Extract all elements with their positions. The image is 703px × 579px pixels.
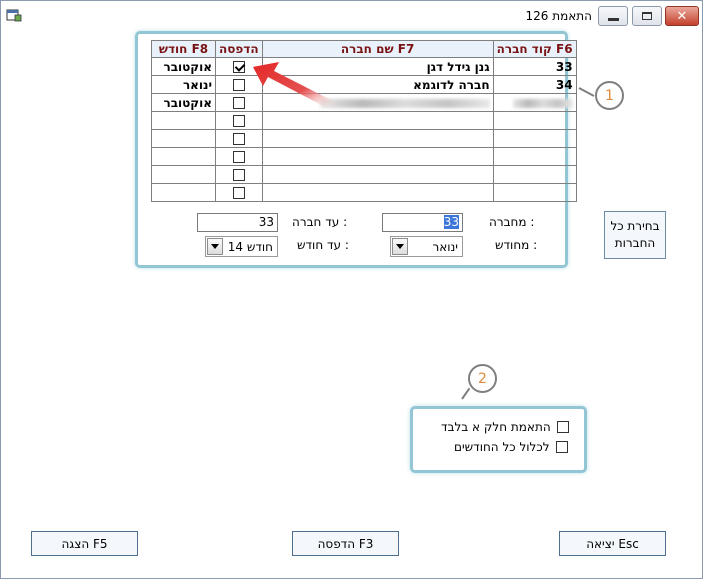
callout-2: 2 [468, 364, 497, 393]
select-all-line2: החברות [614, 236, 656, 250]
print-checkbox[interactable] [232, 133, 245, 145]
to-month-value: חודש 14 [227, 240, 273, 254]
cell-month[interactable]: ינואר [151, 75, 216, 94]
cell-company-code[interactable] [492, 165, 577, 184]
cell-print [215, 165, 263, 184]
to-month-label: עד חודש : [297, 238, 349, 252]
maximize-icon [642, 12, 652, 20]
from-month-dropdown-button[interactable] [392, 238, 408, 255]
chevron-down-icon [211, 244, 219, 249]
cell-company-name[interactable] [261, 129, 494, 148]
callout-1-line [578, 87, 595, 97]
cell-company-code[interactable] [492, 147, 577, 166]
cell-company-name[interactable] [261, 165, 494, 184]
cell-company-name[interactable] [261, 111, 494, 130]
callout-2-line [461, 387, 471, 400]
print-button[interactable]: הדפסה F3 [292, 531, 399, 556]
chevron-down-icon [396, 244, 404, 249]
select-all-companies-label: בחירת כל החברות [610, 218, 659, 252]
option-include-all-months[interactable]: לכלול כל החודשים [454, 440, 568, 454]
table-row[interactable] [151, 183, 577, 202]
cell-month[interactable] [151, 183, 216, 202]
callout-1: 1 [595, 81, 624, 110]
cell-month[interactable]: אוקטובר [151, 93, 216, 112]
from-month-select[interactable]: ינואר [390, 236, 463, 257]
option-partial-only[interactable]: התאמת חלק א בלבד [441, 420, 569, 434]
arrow-icon [253, 62, 337, 109]
cell-print [215, 129, 263, 148]
title-bar: התאמת 126 ✕ [1, 1, 702, 31]
exit-button-label: יציאה Esc [586, 536, 639, 551]
cell-month[interactable] [151, 129, 216, 148]
from-month-value: ינואר [432, 240, 458, 254]
table-row[interactable] [151, 111, 577, 130]
cell-print [215, 147, 263, 166]
table-row[interactable] [151, 129, 577, 148]
cell-month[interactable] [151, 147, 216, 166]
display-button-label: הצגה F5 [61, 536, 108, 551]
print-checkbox[interactable] [232, 169, 245, 181]
redacted-text [319, 98, 490, 108]
header-print[interactable]: הדפסה [215, 40, 263, 58]
redacted-text [512, 98, 573, 108]
select-all-line1: בחירת כל [610, 219, 660, 233]
cell-print [215, 183, 263, 202]
option-partial-only-label: התאמת חלק א בלבד [441, 420, 551, 434]
app-icon [6, 9, 22, 22]
to-company-label: עד חברה : [292, 215, 348, 229]
cell-month[interactable] [151, 165, 216, 184]
maximize-button[interactable] [632, 6, 662, 26]
cell-company-code[interactable] [492, 93, 577, 112]
callout-1-number: 1 [605, 87, 614, 104]
from-company-field[interactable]: 33 [382, 213, 463, 232]
from-company-label: מחברה : [489, 215, 535, 229]
header-company-name[interactable]: שם חברה F7 [261, 40, 494, 58]
to-month-dropdown-button[interactable] [207, 238, 223, 255]
app-window: התאמת 126 ✕ חודש F8 הדפסה שם חברה F7 קוד… [0, 0, 703, 579]
cell-print [215, 111, 263, 130]
from-company-value: 33 [443, 215, 459, 229]
print-checkbox[interactable] [232, 187, 245, 199]
display-button[interactable]: הצגה F5 [31, 531, 138, 556]
callout-2-number: 2 [478, 370, 487, 387]
close-button[interactable]: ✕ [665, 6, 699, 26]
minimize-icon [607, 17, 619, 21]
print-checkbox[interactable] [232, 115, 245, 127]
option-include-all-months-checkbox[interactable] [555, 441, 568, 453]
from-month-label: מחודש : [495, 238, 538, 252]
print-checkbox[interactable] [232, 97, 245, 109]
cell-company-code[interactable] [492, 129, 577, 148]
print-checkbox[interactable] [232, 61, 245, 73]
cell-company-code[interactable]: 33 [492, 57, 577, 76]
to-company-field[interactable]: 33 [197, 213, 278, 232]
to-month-select[interactable]: חודש 14 [205, 236, 278, 257]
table-row[interactable]: אוקטובר [151, 93, 577, 112]
print-button-label: הדפסה F3 [317, 536, 374, 551]
cell-company-code[interactable] [492, 111, 577, 130]
cell-company-code[interactable]: 34 [492, 75, 577, 94]
cell-company-name[interactable] [261, 147, 494, 166]
select-all-companies-button[interactable]: בחירת כל החברות [604, 211, 666, 259]
exit-button[interactable]: יציאה Esc [559, 531, 666, 556]
minimize-button[interactable] [598, 6, 628, 26]
option-partial-only-checkbox[interactable] [556, 421, 569, 433]
close-icon: ✕ [676, 8, 688, 24]
table-row[interactable] [151, 165, 577, 184]
print-checkbox[interactable] [232, 79, 245, 91]
table-row[interactable]: ינואר חברה לדוגמא 34 [151, 75, 577, 94]
header-month[interactable]: חודש F8 [151, 40, 216, 58]
table-row[interactable]: אוקטובר גנן גידל דגן 33 [151, 57, 577, 76]
to-company-value: 33 [258, 215, 274, 229]
header-company-code[interactable]: קוד חברה F6 [492, 40, 577, 58]
window-title: התאמת 126 [525, 9, 592, 23]
companies-grid: חודש F8 הדפסה שם חברה F7 קוד חברה F6 אוק… [151, 40, 577, 202]
option-include-all-months-label: לכלול כל החודשים [454, 440, 550, 454]
cell-month[interactable]: אוקטובר [151, 57, 216, 76]
cell-company-name[interactable] [261, 183, 494, 202]
cell-company-code[interactable] [492, 183, 577, 202]
print-checkbox[interactable] [232, 151, 245, 163]
cell-month[interactable] [151, 111, 216, 130]
table-row[interactable] [151, 147, 577, 166]
